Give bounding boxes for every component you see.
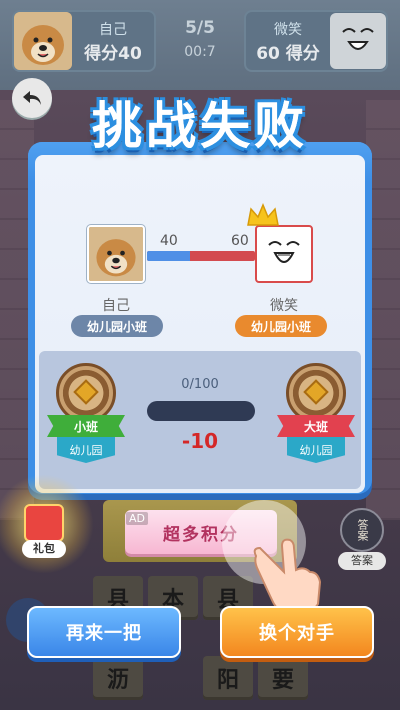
hud-self-score: 得分40 [84,43,142,64]
gift-button[interactable]: 礼包 [18,500,70,562]
char-tile[interactable]: 阳 [203,656,253,700]
opponent-rank-badge: 幼儿园小班 [235,315,327,337]
round-timer: 00:7 [184,44,216,60]
opponent-score-value: 60 [231,233,249,249]
rank-progress-panel: 小班 幼儿园 0/100 -10 大班 幼儿园 [39,351,361,489]
result-title: 挑战失败 [92,97,308,155]
crown-icon [247,203,279,226]
hud-self-name: 自己 [99,21,127,38]
rank-points-delta: -10 [181,429,219,453]
self-avatar [87,225,145,283]
hud-center: 5/5 00:7 [170,18,230,60]
self-name: 自己 [102,298,130,314]
pointing-hand-icon [253,538,322,616]
gift-label: 礼包 [22,540,66,558]
rank-progress-label: 0/100 [181,377,219,392]
hud-opponent-name: 微笑 [274,21,302,38]
ad-tag: AD [126,512,148,525]
self-rank-badge: 幼儿园小班 [71,315,163,337]
dialog-body: 40 60 自己 微笑 幼儿园小班 幼儿园小班 小班 幼儿园 0/100 -10… [35,155,365,493]
hud-opponent-avatar [330,13,386,69]
next-rank-tier: 幼儿园 [287,437,345,463]
char-tile[interactable]: 要 [258,656,308,700]
hud-self-card: 自己 得分40 [12,10,156,72]
opponent-avatar-wrap [247,203,313,283]
next-rank-title: 大班 [277,415,355,437]
next-rank-medal: 大班 幼儿园 [271,359,361,479]
char-tile[interactable]: 沥 [93,656,143,700]
hud-opponent-score: 60 得分 [256,43,320,64]
current-rank-medal: 小班 幼儿园 [41,359,131,479]
answer-button[interactable]: 答案 答案 [336,508,388,570]
self-avatar-wrap [87,225,145,283]
opponent-avatar [255,225,313,283]
hud-self-avatar [14,12,72,70]
score-comparison-bar [147,251,255,261]
self-score-fill [147,251,191,261]
gift-box-icon [24,504,64,542]
result-dialog: 40 60 自己 微笑 幼儿园小班 幼儿园小班 小班 幼儿园 0/100 -10… [28,142,372,494]
current-rank-tier: 幼儿园 [57,437,115,463]
change-opponent-button[interactable]: 换个对手 [220,606,374,658]
retry-button[interactable]: 再来一把 [27,606,181,658]
self-score-value: 40 [160,233,178,249]
current-rank-title: 小班 [47,415,125,437]
rank-progress-bar [147,401,255,421]
hud-opponent-card: 微笑 60 得分 [244,10,388,72]
round-counter: 5/5 [185,18,215,38]
answer-label: 答案 [338,552,386,570]
answer-icon: 答案 [340,508,384,552]
opponent-name: 微笑 [270,298,298,314]
